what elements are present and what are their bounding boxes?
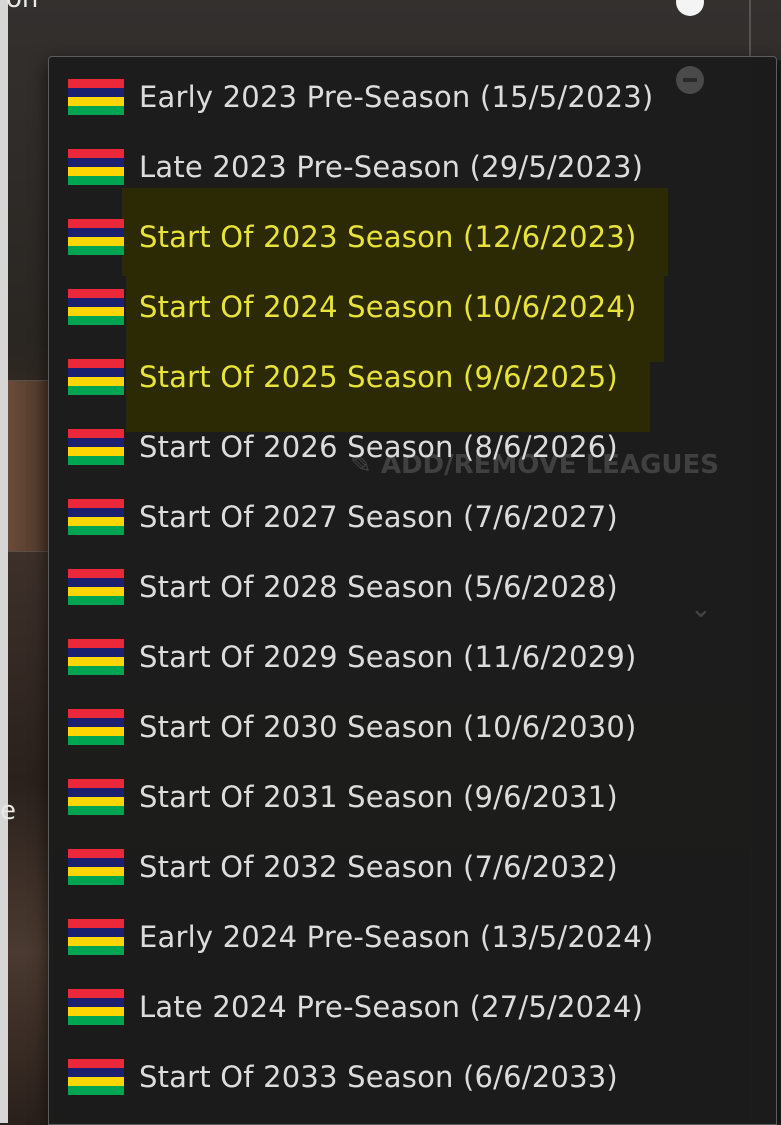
menu-item[interactable]: Start Of 2033 Season (6/6/2033) xyxy=(68,1057,618,1097)
menu-item[interactable]: Start Of 2023 Season (12/6/2023) xyxy=(68,217,637,257)
menu-item-label: Start Of 2031 Season (9/6/2031) xyxy=(139,780,618,814)
menu-item[interactable]: Late 2024 Pre-Season (27/5/2024) xyxy=(68,987,643,1027)
menu-item[interactable]: Early 2023 Pre-Season (15/5/2023) xyxy=(68,77,653,117)
menu-item-label: Start Of 2033 Season (6/6/2033) xyxy=(139,1060,618,1094)
menu-item[interactable]: Early 2024 Pre-Season (13/5/2024) xyxy=(68,917,653,957)
mauritius-flag-icon xyxy=(68,989,124,1025)
mauritius-flag-icon xyxy=(68,919,124,955)
menu-item-label: Start Of 2030 Season (10/6/2030) xyxy=(139,710,637,744)
mauritius-flag-icon xyxy=(68,359,124,395)
divider xyxy=(749,0,751,60)
menu-item-label: Start Of 2028 Season (5/6/2028) xyxy=(139,570,618,604)
menu-item-label: Start Of 2025 Season (9/6/2025) xyxy=(139,360,618,394)
menu-item-label: Late 2024 Pre-Season (27/5/2024) xyxy=(139,990,644,1024)
menu-item[interactable]: Start Of 2025 Season (9/6/2025) xyxy=(68,357,618,397)
menu-item-label: Start Of 2024 Season (10/6/2024) xyxy=(139,290,637,324)
menu-item-label: Start Of 2032 Season (7/6/2032) xyxy=(139,850,618,884)
background-image xyxy=(8,552,53,1123)
background-image xyxy=(8,380,53,552)
mauritius-flag-icon xyxy=(68,499,124,535)
mauritius-flag-icon xyxy=(68,849,124,885)
remove-icon xyxy=(676,66,704,94)
menu-item-label: Start Of 2029 Season (11/6/2029) xyxy=(139,640,637,674)
menu-item[interactable]: Start Of 2029 Season (11/6/2029) xyxy=(68,637,637,677)
background-text: on xyxy=(6,0,38,14)
mauritius-flag-icon xyxy=(68,639,124,675)
menu-item[interactable]: Start Of 2031 Season (9/6/2031) xyxy=(68,777,618,817)
chevron-down-icon: ⌄ xyxy=(690,594,712,624)
menu-item-label: Start Of 2027 Season (7/6/2027) xyxy=(139,500,618,534)
menu-item[interactable]: Start Of 2028 Season (5/6/2028) xyxy=(68,567,618,607)
mauritius-flag-icon xyxy=(68,1059,124,1095)
mauritius-flag-icon xyxy=(68,709,124,745)
menu-item-label: Start Of 2026 Season (8/6/2026) xyxy=(139,430,618,464)
menu-item[interactable]: Start Of 2026 Season (8/6/2026) xyxy=(68,427,618,467)
menu-item[interactable]: Start Of 2027 Season (7/6/2027) xyxy=(68,497,618,537)
menu-item-label: Start Of 2023 Season (12/6/2023) xyxy=(139,220,637,254)
mauritius-flag-icon xyxy=(68,569,124,605)
menu-item[interactable]: Late 2023 Pre-Season (29/5/2023) xyxy=(68,147,643,187)
menu-item[interactable]: Start Of 2024 Season (10/6/2024) xyxy=(68,287,637,327)
menu-item-label: Late 2023 Pre-Season (29/5/2023) xyxy=(139,150,644,184)
mauritius-flag-icon xyxy=(68,149,124,185)
menu-item[interactable]: Start Of 2032 Season (7/6/2032) xyxy=(68,847,618,887)
mauritius-flag-icon xyxy=(68,219,124,255)
menu-item-label: Early 2023 Pre-Season (15/5/2023) xyxy=(139,80,654,114)
background-text: e xyxy=(0,796,16,826)
menu-item-label: Early 2024 Pre-Season (13/5/2024) xyxy=(139,920,654,954)
mauritius-flag-icon xyxy=(68,79,124,115)
window-edge xyxy=(0,0,8,1123)
mauritius-flag-icon xyxy=(68,429,124,465)
mauritius-flag-icon xyxy=(68,779,124,815)
menu-item[interactable]: Start Of 2030 Season (10/6/2030) xyxy=(68,707,637,747)
mauritius-flag-icon xyxy=(68,289,124,325)
